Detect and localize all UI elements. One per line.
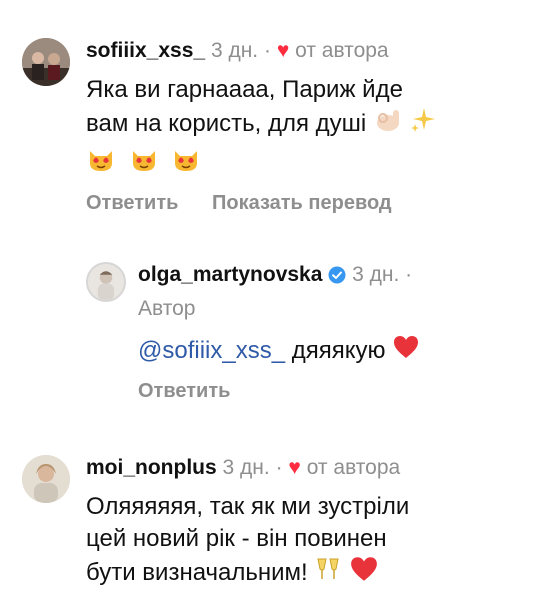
comment-line: вам на користь, для душі bbox=[86, 106, 436, 143]
emoji-row bbox=[86, 145, 436, 182]
username[interactable]: moi_nonplus bbox=[86, 456, 217, 479]
comment-line: Яка ви гарнаааа, Париж йде bbox=[86, 76, 403, 103]
sparkles-emoji bbox=[410, 106, 436, 143]
author-like-label: от автора bbox=[295, 39, 389, 62]
mention-link[interactable]: @sofiiix_xss_ bbox=[138, 337, 285, 364]
heart-icon: ♥ bbox=[288, 456, 301, 479]
ok-hand-emoji bbox=[373, 106, 403, 143]
heart-eyes-cat-emoji bbox=[171, 145, 201, 182]
verified-badge-icon bbox=[328, 265, 346, 284]
heart-eyes-cat-emoji bbox=[129, 145, 159, 182]
comment-text: Яка ви гарнаааа, Париж йде вам на корист… bbox=[86, 74, 436, 182]
comment-header: sofiiix_xss_ 3 дн. · ♥ от автора bbox=[86, 38, 389, 64]
separator-dot: · bbox=[275, 456, 283, 479]
author-like-label: от автора bbox=[306, 456, 401, 479]
reply-button[interactable]: Ответить bbox=[86, 192, 178, 214]
comment-line-text: вам на користь, для душі bbox=[86, 109, 367, 137]
separator-dot: · bbox=[405, 263, 413, 286]
separator-dot: · bbox=[263, 39, 271, 62]
comment-actions: Ответить Показать перевод bbox=[86, 192, 420, 215]
comment-line: цей новий рік - він повинен bbox=[86, 525, 387, 552]
timestamp: 3 дн. bbox=[352, 263, 400, 286]
show-translation-button[interactable]: Показать перевод bbox=[212, 192, 392, 214]
avatar[interactable] bbox=[22, 455, 70, 503]
heart-eyes-cat-emoji bbox=[86, 145, 116, 182]
author-role-label: Автор bbox=[138, 297, 196, 320]
avatar[interactable] bbox=[86, 262, 126, 302]
comment-text: Оляяяяяя, так як ми зустріли цей новий р… bbox=[86, 491, 409, 592]
avatar[interactable] bbox=[22, 38, 70, 86]
heart-icon: ♥ bbox=[276, 39, 290, 62]
comment-line-text: бути визначальним! bbox=[86, 558, 308, 586]
comment-header: moi_nonplus 3 дн. · ♥ от автора bbox=[86, 455, 400, 481]
champagne-glasses-emoji bbox=[314, 555, 342, 592]
comment-line: бути визначальним! bbox=[86, 555, 409, 592]
reply-button[interactable]: Ответить bbox=[138, 380, 230, 402]
red-heart-emoji bbox=[349, 555, 379, 592]
timestamp: 3 дн. bbox=[222, 456, 270, 479]
comment-header: olga_martynovska 3 дн. · bbox=[138, 262, 412, 288]
timestamp: 3 дн. bbox=[210, 39, 259, 62]
comment-text: @sofiiix_xss_ дяяякую bbox=[138, 334, 420, 369]
username[interactable]: sofiiix_xss_ bbox=[86, 39, 205, 62]
comment-line: Оляяяяяя, так як ми зустріли bbox=[86, 493, 410, 520]
red-heart-emoji bbox=[392, 334, 420, 369]
username[interactable]: olga_martynovska bbox=[138, 263, 322, 286]
reply-text: дяяякую bbox=[291, 336, 386, 364]
comment-actions: Ответить bbox=[138, 380, 258, 403]
